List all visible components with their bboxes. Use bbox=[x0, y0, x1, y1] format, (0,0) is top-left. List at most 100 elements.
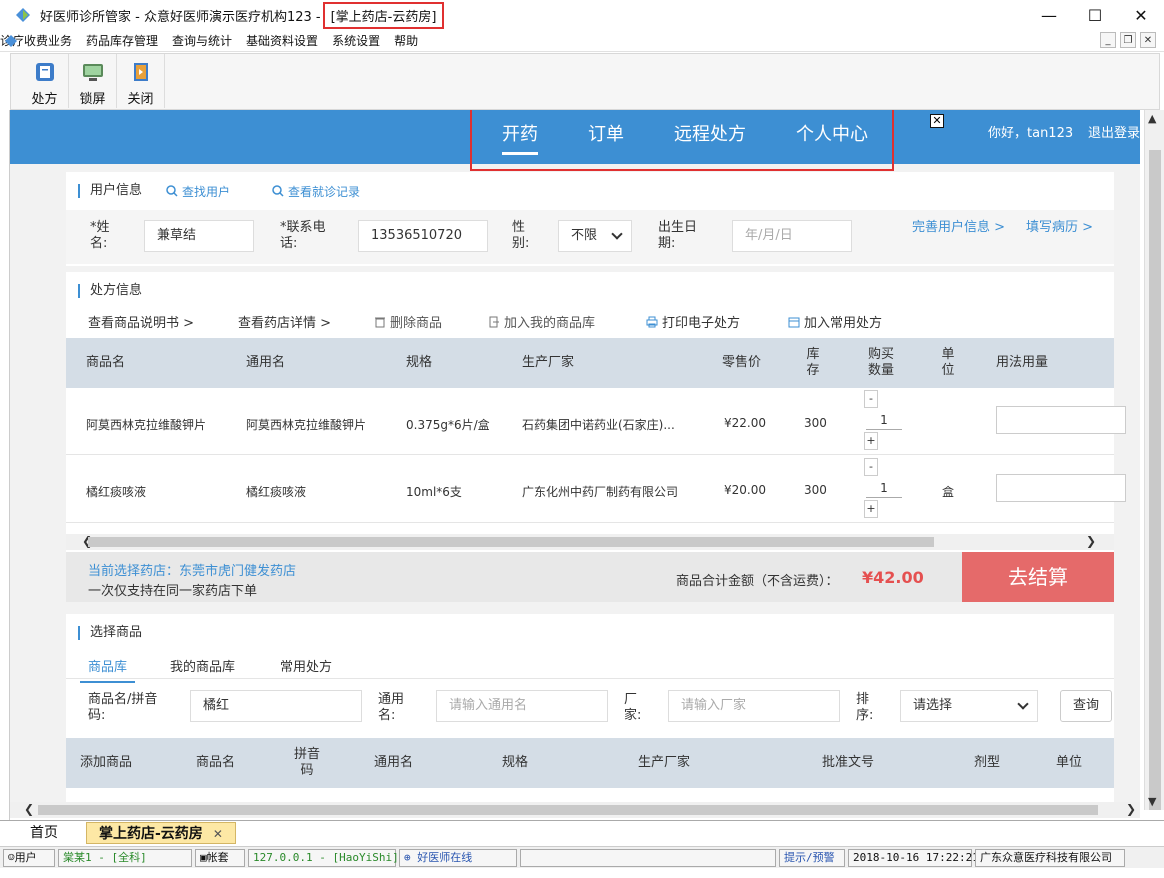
scroll-thumb[interactable] bbox=[1149, 150, 1161, 810]
minimize-button[interactable]: — bbox=[1026, 0, 1072, 30]
menu-drug-inventory[interactable]: 药品库存管理 bbox=[86, 32, 158, 49]
qty-decrease-button[interactable]: - bbox=[864, 390, 878, 408]
top-navigation: 开药 订单 远程处方 个人中心 ✕ 你好，tan123 退出登录 bbox=[10, 110, 1140, 171]
status-company: 广东众意医疗科技有限公司 bbox=[975, 848, 1125, 867]
view-records-link[interactable]: 查看就诊记录 bbox=[272, 183, 360, 200]
total-label: 商品合计金额（不含运费）： bbox=[676, 574, 839, 589]
search-icon bbox=[166, 185, 178, 197]
scroll-thumb[interactable] bbox=[38, 805, 1098, 815]
scroll-left-icon[interactable]: ❮ bbox=[24, 802, 34, 816]
scroll-thumb[interactable] bbox=[88, 537, 934, 547]
prescription-icon bbox=[35, 63, 54, 81]
generic-name-input[interactable]: 请输入通用名 bbox=[436, 690, 608, 722]
mdi-minimize-button[interactable]: _ bbox=[1100, 32, 1116, 48]
mdi-restore-button[interactable]: ❐ bbox=[1120, 32, 1136, 48]
name-input[interactable]: 兼草结 bbox=[144, 220, 254, 252]
menu-system-settings[interactable]: 系统设置 bbox=[332, 32, 380, 49]
tab-common-prescription[interactable]: 常用处方 bbox=[280, 656, 332, 675]
prescription-title: 处方信息 bbox=[78, 284, 142, 298]
prescription-card: 处方信息 查看商品说明书 > 查看药店详情 > 删除商品 加入我的商品库 打印电… bbox=[66, 272, 1126, 602]
logout-link[interactable]: 退出登录 bbox=[1088, 122, 1140, 141]
menu-query-stats[interactable]: 查询与统计 bbox=[172, 32, 232, 49]
calendar-icon bbox=[788, 317, 800, 328]
lock-screen-tool-button[interactable]: 锁屏 bbox=[69, 54, 117, 108]
status-department: 棠某1 - [全科] bbox=[58, 848, 192, 867]
qty-decrease-button[interactable]: - bbox=[864, 458, 878, 476]
status-alert[interactable]: 提示/预警 bbox=[779, 848, 845, 867]
prescription-tool-button[interactable]: 处方 bbox=[21, 54, 69, 108]
generic-name-label: 通用 名: bbox=[378, 692, 405, 723]
complete-info-link[interactable]: 完善用户信息 > bbox=[912, 220, 1012, 236]
scroll-down-icon[interactable]: ▼ bbox=[1148, 795, 1156, 808]
goods-name-label: 商品名/拼音 码: bbox=[88, 692, 158, 723]
page-vscroll[interactable]: ▲ ▼ bbox=[1144, 110, 1164, 810]
menu-help[interactable]: 帮助 bbox=[394, 32, 418, 49]
scroll-up-icon[interactable]: ▲ bbox=[1148, 112, 1156, 125]
sort-label: 排 序: bbox=[856, 692, 874, 723]
globe-icon: ⊕ bbox=[404, 850, 411, 864]
sort-select[interactable]: 请选择 bbox=[900, 690, 1038, 722]
add-my-library-button[interactable]: 加入我的商品库 bbox=[488, 312, 595, 331]
delete-goods-button[interactable]: 删除商品 bbox=[374, 312, 442, 331]
gender-select[interactable]: 不限 bbox=[558, 220, 632, 252]
close-icon[interactable]: ✕ bbox=[930, 114, 944, 128]
tab-home[interactable]: 首页 bbox=[18, 822, 70, 844]
search-icon bbox=[272, 185, 284, 197]
tab-cloud-pharmacy[interactable]: 掌上药店-云药房 ✕ bbox=[86, 822, 236, 844]
tab-goods-library[interactable]: 商品库 bbox=[79, 656, 136, 683]
query-button[interactable]: 查询 bbox=[1060, 690, 1112, 722]
select-goods-card: 选择商品 商品库 我的商品库 常用处方 商品名/拼音 码: 橘红 通用 名: 请… bbox=[66, 614, 1114, 810]
status-time: 2018-10-16 17:22:21 bbox=[848, 848, 979, 867]
account-icon: ▣ bbox=[200, 850, 207, 864]
qty-increase-button[interactable]: + bbox=[864, 432, 878, 450]
window-subtitle: [掌上药店-云药房] bbox=[322, 1, 445, 29]
status-account: ▣帐套 bbox=[195, 848, 245, 867]
maximize-button[interactable]: ☐ bbox=[1072, 0, 1118, 30]
nav-remote-prescription[interactable]: 远程处方 bbox=[674, 120, 746, 146]
title-bar: 好医师诊所管家 - 众意好医师演示医疗机构123 - [掌上药店-云药房] — … bbox=[0, 0, 1164, 30]
nav-prescribe[interactable]: 开药 bbox=[502, 120, 538, 155]
page-hscroll[interactable]: ❮ ❯ bbox=[10, 802, 1140, 818]
user-form-row: *姓 名: 兼草结 *联系电 话: 13536510720 性 别: 不限 出生… bbox=[66, 210, 1114, 264]
usage-input[interactable] bbox=[996, 474, 1126, 502]
status-server: 127.0.0.1 - [HaoYiShi] bbox=[248, 848, 399, 867]
goods-name-input[interactable]: 橘红 bbox=[190, 690, 362, 722]
print-prescription-button[interactable]: 打印电子处方 bbox=[646, 312, 740, 331]
checkout-button[interactable]: 去结算 bbox=[962, 552, 1114, 602]
prescription-hscroll[interactable]: ❮ ❯ bbox=[66, 534, 1114, 550]
view-store-link[interactable]: 查看药店详情 > bbox=[238, 312, 331, 331]
tab-my-library[interactable]: 我的商品库 bbox=[170, 656, 235, 675]
status-online[interactable]: ⊕ 好医师在线 bbox=[399, 848, 517, 867]
view-manual-link[interactable]: 查看商品说明书 > bbox=[88, 312, 194, 331]
scroll-right-icon[interactable]: ❯ bbox=[1126, 802, 1136, 816]
lock-screen-icon bbox=[82, 64, 103, 81]
current-store: 当前选择药店：东莞市虎门健发药店 bbox=[88, 564, 297, 579]
close-window-button[interactable]: ✕ bbox=[1118, 0, 1164, 30]
qty-input[interactable]: 1 bbox=[866, 410, 902, 430]
nav-personal-center[interactable]: 个人中心 bbox=[796, 120, 868, 146]
mdi-close-button[interactable]: ✕ bbox=[1140, 32, 1156, 48]
phone-input[interactable]: 13536510720 bbox=[358, 220, 488, 252]
close-tool-button[interactable]: 关闭 bbox=[117, 54, 165, 108]
add-common-prescription-button[interactable]: 加入常用处方 bbox=[788, 312, 882, 331]
qty-input[interactable]: 1 bbox=[866, 478, 902, 498]
fill-record-link[interactable]: 填写病历 > bbox=[1026, 220, 1096, 236]
user-info-title: 用户信息 bbox=[78, 184, 142, 198]
usage-input[interactable] bbox=[996, 406, 1126, 434]
find-user-link[interactable]: 查找用户 bbox=[166, 183, 230, 200]
goods-table-header: 添加商品 商品名 拼音码 通用名 规格 生产厂家 批准文号 剂型 单位 bbox=[66, 738, 1114, 788]
chevron-down-icon bbox=[1017, 698, 1029, 710]
status-bar: ☺用户 棠某1 - [全科] ▣帐套 127.0.0.1 - [HaoYiShi… bbox=[0, 846, 1164, 868]
chevron-down-icon bbox=[611, 228, 623, 240]
menu-basic-settings[interactable]: 基础资料设置 bbox=[246, 32, 318, 49]
birth-date-input[interactable]: 年/月/日 bbox=[732, 220, 852, 252]
close-tab-icon[interactable]: ✕ bbox=[213, 827, 223, 841]
qty-increase-button[interactable]: + bbox=[864, 500, 878, 518]
maker-input[interactable]: 请输入厂家 bbox=[668, 690, 840, 722]
app-menu-icon[interactable] bbox=[4, 34, 18, 48]
total-amount: ¥42.00 bbox=[862, 568, 924, 587]
nav-orders[interactable]: 订单 bbox=[588, 120, 624, 146]
scroll-right-icon[interactable]: ❯ bbox=[1086, 534, 1096, 548]
user-icon: ☺ bbox=[8, 850, 15, 864]
birth-label: 出生日 期: bbox=[658, 220, 698, 251]
